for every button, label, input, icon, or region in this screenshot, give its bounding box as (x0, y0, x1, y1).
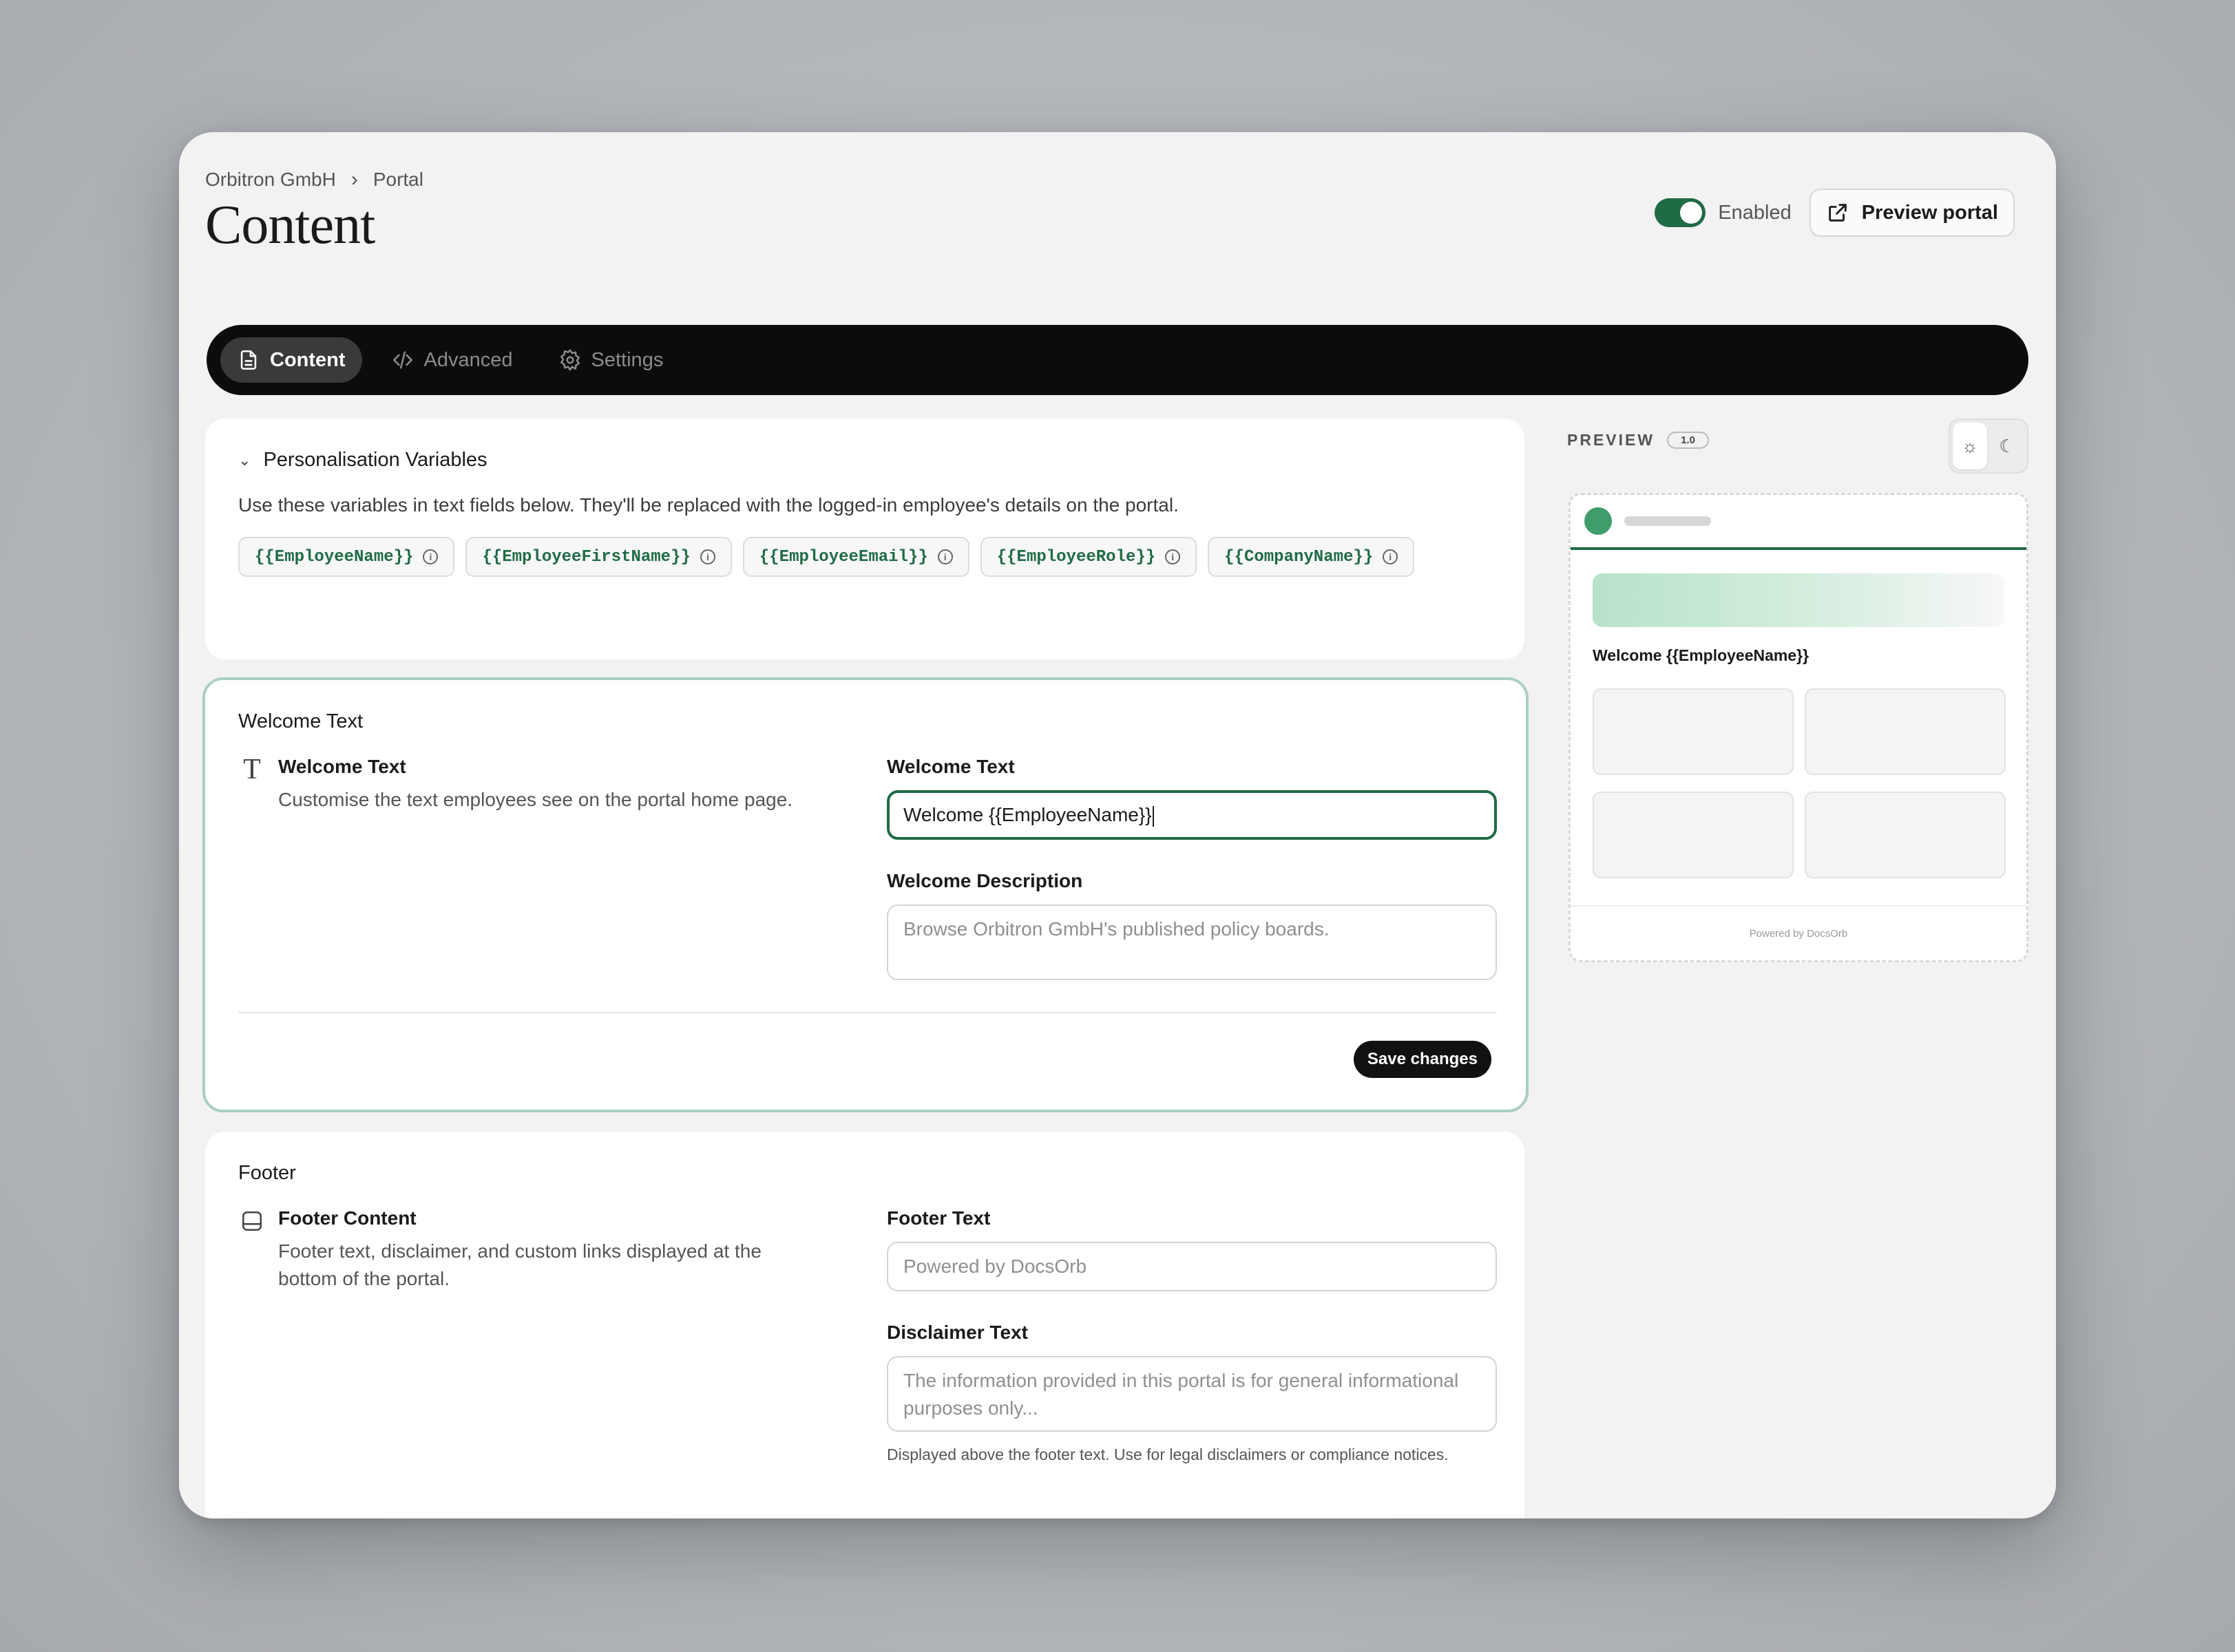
tab-advanced-label: Advanced (423, 348, 513, 371)
preview-tile (1593, 792, 1794, 878)
footer-layout-icon (238, 1207, 266, 1235)
disclaimer-text-placeholder: The information provided in this portal … (903, 1370, 1459, 1419)
theme-mode-toggle: ☼ ☾ (1949, 419, 2028, 474)
light-mode-button[interactable]: ☼ (1953, 423, 1987, 469)
preview-tile-grid (1593, 688, 2006, 878)
variables-description: Use these variables in text fields below… (238, 494, 1179, 516)
file-icon (240, 350, 257, 370)
preview-portal-button[interactable]: Preview portal (1809, 189, 2015, 237)
moon-icon: ☾ (1999, 435, 2015, 456)
disclaimer-text-label: Disclaimer Text (887, 1322, 1028, 1343)
tab-content-label: Content (270, 348, 346, 371)
preview-label: PREVIEW (1567, 431, 1655, 449)
footer-section-title: Footer (238, 1162, 296, 1184)
footer-block-title: Footer Content (278, 1207, 417, 1229)
welcome-block-description: Customise the text employees see on the … (278, 789, 793, 810)
enabled-label: Enabled (1718, 201, 1792, 224)
section-divider (238, 1012, 1497, 1013)
app-window: Orbitron GmbH › Portal Content Enabled P… (179, 132, 2056, 1518)
preview-footer: Powered by DocsOrb (1571, 905, 2026, 960)
preview-tile (1805, 688, 2006, 775)
info-icon[interactable]: i (937, 549, 953, 564)
variable-chip[interactable]: {{EmployeeName}} i (238, 537, 455, 577)
info-icon[interactable]: i (700, 549, 715, 564)
welcome-text-value: Welcome {{EmployeeName}} (903, 804, 1152, 825)
footer-text-input[interactable]: Powered by DocsOrb (887, 1242, 1497, 1291)
footer-text-label: Footer Text (887, 1207, 991, 1229)
preview-title-placeholder (1624, 516, 1711, 526)
variables-heading: Personalisation Variables (263, 449, 487, 471)
code-icon (392, 351, 412, 369)
variable-chip[interactable]: {{EmployeeRole}} i (980, 537, 1197, 577)
preview-tile (1805, 792, 2006, 878)
welcome-description-label: Welcome Description (887, 870, 1083, 891)
variable-chip-label: {{EmployeeName}} (255, 547, 414, 566)
external-link-icon (1829, 204, 1847, 222)
welcome-block-title: Welcome Text (278, 756, 406, 777)
disclaimer-help-text: Displayed above the footer text. Use for… (887, 1446, 1449, 1463)
tab-bar: Content Advanced Settings (207, 325, 2028, 395)
variable-chip[interactable]: {{CompanyName}} i (1208, 537, 1415, 577)
enabled-toggle[interactable] (1655, 198, 1706, 227)
enabled-toggle-group: Enabled (1655, 198, 1792, 227)
tab-settings-label: Settings (591, 348, 664, 371)
footer-card: Footer Footer Content Footer text, discl… (205, 1132, 1524, 1518)
variable-chip-label: {{EmployeeRole}} (996, 547, 1156, 566)
sun-icon: ☼ (1962, 435, 1978, 456)
variable-chips: {{EmployeeName}} i {{EmployeeFirstName}} i… (238, 537, 1478, 577)
info-icon[interactable]: i (1165, 549, 1181, 564)
info-icon[interactable]: i (423, 549, 439, 564)
version-badge: 1.0 (1667, 432, 1709, 449)
welcome-text-card: Welcome Text T Welcome Text Customise th… (202, 677, 1529, 1112)
footer-text-placeholder: Powered by DocsOrb (903, 1256, 1087, 1277)
portal-preview: Welcome {{EmployeeName}} Powered by Docs… (1568, 493, 2028, 962)
footer-block-description: Footer text, disclaimer, and custom link… (278, 1240, 762, 1289)
disclaimer-text-input[interactable]: The information provided in this portal … (887, 1356, 1497, 1432)
toggle-knob (1680, 202, 1703, 224)
variable-chip[interactable]: {{EmployeeFirstName}} i (465, 537, 732, 577)
preview-tile (1593, 688, 1794, 775)
preview-welcome-text: Welcome {{EmployeeName}} (1593, 646, 1809, 664)
variable-chip-label: {{CompanyName}} (1224, 547, 1374, 566)
personalisation-variables-card: ⌄ Personalisation Variables Use these va… (205, 419, 1524, 659)
variables-collapse-toggle[interactable]: ⌄ Personalisation Variables (238, 449, 487, 472)
footer-info-block: Footer Content Footer text, disclaimer, … (238, 1207, 815, 1293)
text-type-icon: T (243, 754, 261, 785)
welcome-text-label: Welcome Text (887, 756, 1015, 777)
preview-banner (1593, 573, 2004, 627)
preview-logo (1584, 507, 1612, 535)
breadcrumb-item-company[interactable]: Orbitron GmbH (205, 169, 336, 191)
page-title: Content (205, 195, 375, 255)
header-actions: Enabled Preview portal (1655, 189, 2015, 237)
welcome-description-placeholder: Browse Orbitron GmbH's published policy … (903, 918, 1330, 940)
preview-portal-label: Preview portal (1861, 201, 1998, 224)
save-changes-button[interactable]: Save changes (1353, 1041, 1491, 1078)
variable-chip[interactable]: {{EmployeeEmail}} i (742, 537, 969, 577)
welcome-info-block: T Welcome Text Customise the text employ… (238, 754, 815, 814)
tab-advanced[interactable]: Advanced (375, 337, 529, 383)
welcome-text-input[interactable]: Welcome {{EmployeeName}} (887, 790, 1497, 840)
tab-settings[interactable]: Settings (542, 337, 680, 383)
dark-mode-button[interactable]: ☾ (1990, 423, 2024, 469)
breadcrumb-item-portal[interactable]: Portal (373, 169, 423, 191)
preview-topbar (1571, 495, 2026, 550)
breadcrumb: Orbitron GmbH › Portal (205, 168, 423, 191)
gear-icon (560, 349, 580, 371)
variable-chip-label: {{EmployeeFirstName}} (482, 547, 691, 566)
preview-header: PREVIEW 1.0 (1567, 431, 1709, 449)
chevron-down-icon: ⌄ (238, 451, 251, 469)
tab-content[interactable]: Content (220, 337, 362, 383)
welcome-description-input[interactable]: Browse Orbitron GmbH's published policy … (887, 904, 1497, 980)
chevron-right-icon: › (350, 168, 358, 191)
welcome-section-title: Welcome Text (238, 710, 364, 732)
variable-chip-label: {{EmployeeEmail}} (759, 547, 928, 566)
info-icon[interactable]: i (1383, 549, 1398, 564)
